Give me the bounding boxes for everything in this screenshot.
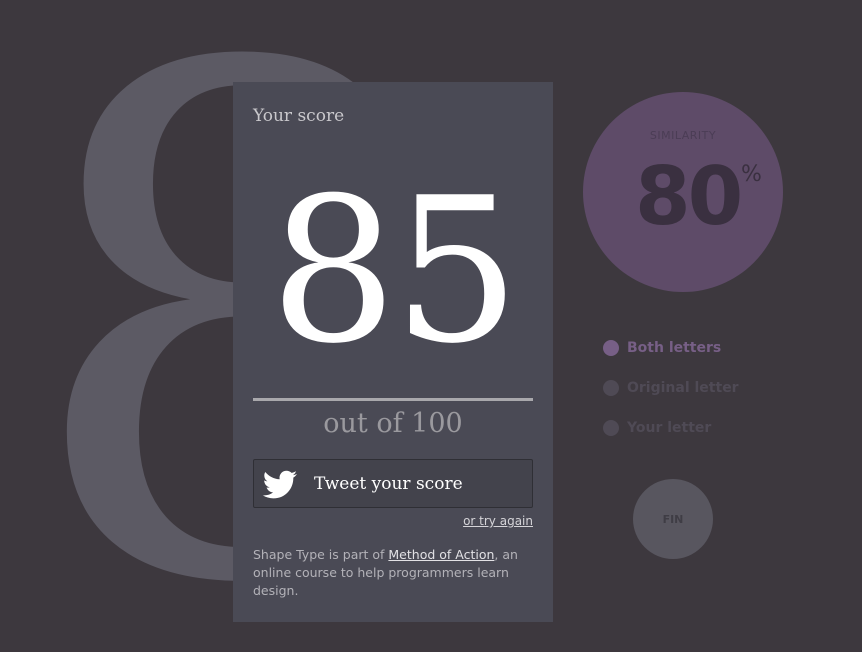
- similarity-value: 80: [635, 150, 743, 243]
- legend-dot-icon: [603, 380, 619, 396]
- score-divider: [253, 398, 533, 401]
- course-footer-note: Shape Type is part of Method of Action, …: [253, 546, 543, 600]
- legend-dot-icon: [603, 340, 619, 356]
- twitter-bird-icon: [260, 468, 302, 500]
- score-panel: Your score 85 out of 100 Tweet your scor…: [233, 82, 553, 622]
- legend-item-your-letter[interactable]: Your letter: [603, 418, 739, 438]
- tweet-button-label: Tweet your score: [314, 473, 463, 494]
- score-out-of-label: out of 100: [323, 408, 463, 439]
- try-again-link[interactable]: or try again: [463, 514, 533, 528]
- legend-item-original-letter[interactable]: Original letter: [603, 378, 739, 398]
- score-value: 85: [269, 155, 521, 388]
- legend-dot-icon: [603, 420, 619, 436]
- legend-label: Original letter: [627, 380, 739, 396]
- fin-button[interactable]: FIN: [633, 479, 713, 559]
- legend-item-both-letters[interactable]: Both letters: [603, 338, 739, 358]
- legend-label: Your letter: [627, 420, 712, 436]
- score-panel-title: Your score: [253, 106, 345, 126]
- method-of-action-link[interactable]: Method of Action: [388, 547, 494, 562]
- footer-prefix-text: Shape Type is part of: [253, 547, 389, 562]
- legend-label: Both letters: [627, 340, 722, 356]
- similarity-circle: SIMILARITY 80 %: [583, 92, 783, 292]
- similarity-label: SIMILARITY: [649, 129, 717, 142]
- tweet-score-button[interactable]: Tweet your score: [253, 459, 533, 508]
- similarity-percent-sign: %: [741, 162, 762, 187]
- shape-type-results-screen: 8 Your score 85 out of 100 Tweet your sc…: [0, 0, 862, 652]
- letter-view-legend: Both letters Original letter Your letter: [603, 338, 739, 458]
